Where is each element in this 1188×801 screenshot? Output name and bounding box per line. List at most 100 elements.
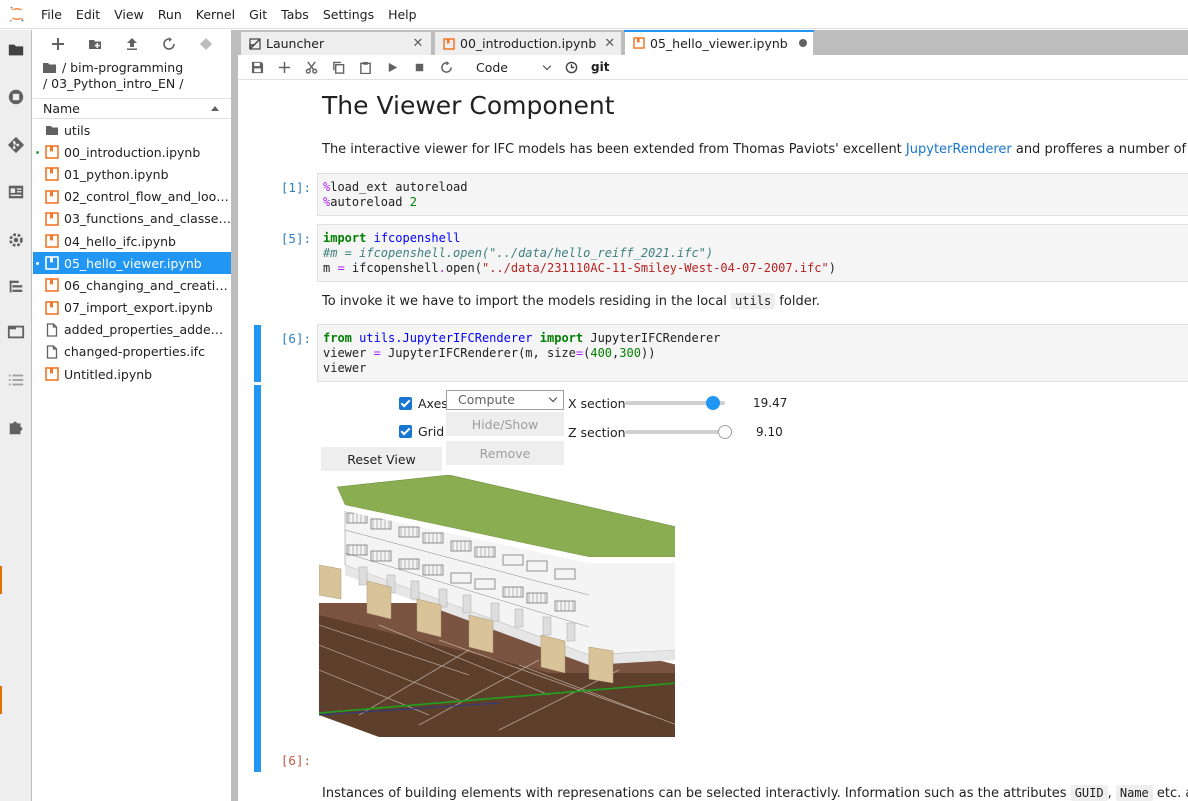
- tabs-icon[interactable]: [6, 322, 26, 342]
- file-list-item[interactable]: 02_control_flow_and_loops.i...: [33, 186, 231, 208]
- file-list-item[interactable]: 04_hello_ifc.ipynb: [33, 230, 231, 252]
- z-section-label: Z section: [568, 425, 626, 440]
- folder-icon: [45, 123, 59, 137]
- git-icon[interactable]: [6, 135, 26, 155]
- file-list-item[interactable]: changed-properties.ifc: [33, 341, 231, 363]
- file-name: 06_changing_and_creating.i...: [64, 277, 231, 293]
- z-section-slider-handle[interactable]: [718, 425, 732, 439]
- folder-icon[interactable]: [6, 40, 26, 60]
- close-icon[interactable]: ✕: [604, 36, 615, 51]
- git-clone-button[interactable]: [194, 33, 218, 55]
- menu-git[interactable]: Git: [242, 0, 274, 29]
- invoke-paragraph: To invoke it we have to import the model…: [322, 293, 820, 309]
- git-diff-button[interactable]: git: [591, 60, 609, 74]
- running-icon[interactable]: [6, 87, 26, 107]
- panel-splitter[interactable]: [231, 30, 238, 801]
- folder-icon[interactable]: [43, 63, 56, 73]
- refresh-button[interactable]: [157, 33, 181, 55]
- tab-launcher[interactable]: Launcher ✕: [240, 31, 432, 55]
- name-column-header[interactable]: Name: [43, 101, 80, 116]
- cell-prompt: [5]:: [280, 231, 311, 246]
- file-list-item[interactable]: 06_changing_and_creating.i...: [33, 274, 231, 296]
- breadcrumb-path[interactable]: / 03_Python_intro_EN /: [43, 76, 221, 92]
- file-list-item[interactable]: 07_import_export.ipynb: [33, 297, 231, 319]
- ifc-3d-viewer[interactable]: [318, 474, 678, 743]
- menu-run[interactable]: Run: [151, 0, 189, 29]
- interrupt-button[interactable]: [406, 56, 433, 78]
- cut-button[interactable]: [298, 56, 325, 78]
- code-cell[interactable]: from utils.JupyterIFCRenderer import Jup…: [317, 324, 1188, 382]
- new-launcher-button[interactable]: [46, 33, 70, 55]
- copy-icon: [333, 61, 345, 74]
- building-model-render[interactable]: [318, 474, 678, 743]
- tab-label: 00_introduction.ipynb: [460, 36, 597, 51]
- z-section-slider[interactable]: [625, 425, 732, 439]
- notebook-icon: [45, 212, 59, 226]
- reset-view-button[interactable]: Reset View: [321, 447, 442, 471]
- menu-help[interactable]: Help: [381, 0, 424, 29]
- paste-button[interactable]: [352, 56, 379, 78]
- code-cell[interactable]: %load_ext autoreload %autoreload 2: [317, 173, 1188, 216]
- file-list: utils 00_introduction.ipynb 01_python.ipyn…: [33, 119, 231, 385]
- menu-view[interactable]: View: [107, 0, 151, 29]
- clock-button[interactable]: [558, 56, 585, 78]
- new-folder-button[interactable]: [83, 33, 107, 55]
- menu-kernel[interactable]: Kernel: [189, 0, 242, 29]
- file-list-item[interactable]: 05_hello_viewer.ipynb: [33, 252, 231, 275]
- chevron-down-icon: [548, 393, 558, 403]
- x-section-label: X section: [568, 396, 626, 411]
- run-button[interactable]: [379, 56, 406, 78]
- file-list-item[interactable]: added_properties_added.ifc: [33, 319, 231, 341]
- close-icon[interactable]: ✕: [411, 36, 425, 51]
- file-list-header[interactable]: Name: [33, 98, 231, 119]
- grid-checkbox[interactable]: [399, 425, 412, 438]
- property-inspector-icon[interactable]: [6, 182, 26, 202]
- running-indicator: [36, 262, 39, 266]
- file-list-item[interactable]: 00_introduction.ipynb: [33, 141, 231, 163]
- remove-button[interactable]: Remove: [446, 441, 564, 465]
- file-list-item[interactable]: 01_python.ipynb: [33, 163, 231, 185]
- gear-icon[interactable]: [6, 230, 26, 250]
- bottom-text: Instances of building elements with repr…: [322, 786, 1071, 801]
- intro-text-end: and profferes a number of functionalitie…: [1015, 142, 1188, 157]
- menu-file[interactable]: File: [34, 0, 69, 29]
- x-section-slider[interactable]: [625, 396, 725, 410]
- breadcrumb-root[interactable]: / bim-programming: [62, 60, 183, 75]
- file-name: added_properties_added.ifc: [64, 322, 231, 338]
- file-name: 00_introduction.ipynb: [64, 144, 201, 160]
- save-icon: [251, 61, 264, 73]
- upload-button[interactable]: [120, 33, 144, 55]
- file-list-item[interactable]: 03_functions_and_classes.ip...: [33, 208, 231, 230]
- menu-edit[interactable]: Edit: [69, 0, 107, 29]
- jupyterrenderer-link[interactable]: JupyterRenderer: [906, 142, 1012, 157]
- grid-label: Grid: [418, 424, 445, 439]
- chevron-down-icon: [542, 61, 552, 70]
- cell-type-select[interactable]: Code: [466, 57, 558, 77]
- table-of-contents-icon[interactable]: [6, 277, 26, 297]
- save-button[interactable]: [244, 56, 271, 78]
- file-name: 02_control_flow_and_loops.i...: [64, 189, 231, 205]
- tab-notebook[interactable]: 05_hello_viewer.ipynb: [624, 30, 814, 55]
- axes-checkbox[interactable]: [399, 397, 412, 410]
- output-collapser[interactable]: [254, 385, 261, 772]
- unsaved-dot-icon[interactable]: [799, 39, 807, 47]
- x-section-slider-handle[interactable]: [706, 396, 720, 410]
- file-name: 04_hello_ifc.ipynb: [64, 233, 176, 249]
- file-icon: [45, 323, 59, 337]
- code-cell[interactable]: import ifcopenshell #m = ifcopenshell.op…: [317, 224, 1188, 282]
- extension-puzzle-icon[interactable]: [6, 417, 26, 437]
- file-browser-toolbar: [33, 30, 231, 58]
- menu-settings[interactable]: Settings: [316, 0, 381, 29]
- cell-type-value: Code: [476, 59, 509, 75]
- copy-button[interactable]: [325, 56, 352, 78]
- compute-select[interactable]: Compute: [446, 390, 564, 410]
- menu-tabs[interactable]: Tabs: [274, 0, 316, 29]
- notebook-title: The Viewer Component: [322, 91, 615, 120]
- file-list-item[interactable]: Untitled.ipynb: [33, 363, 231, 385]
- restart-button[interactable]: [433, 56, 460, 78]
- file-list-item[interactable]: utils: [33, 119, 231, 141]
- insert-cell-button[interactable]: [271, 56, 298, 78]
- list-icon[interactable]: [6, 370, 26, 390]
- hide-show-button[interactable]: Hide/Show: [446, 412, 564, 436]
- tab-notebook[interactable]: 00_introduction.ipynb ✕: [434, 31, 622, 55]
